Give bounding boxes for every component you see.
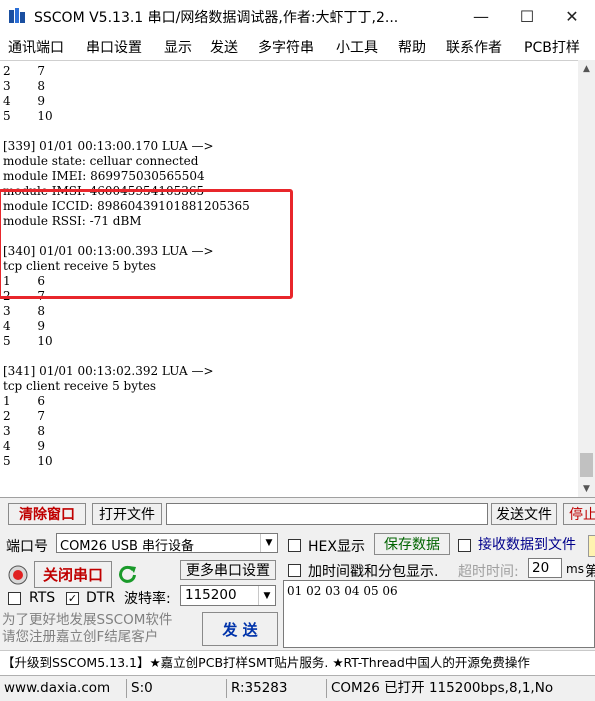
receive-terminal[interactable]: 2 73 84 95 10 [339] 01/01 00:13:00.170 LU… (0, 60, 578, 498)
timestamp-checkbox[interactable] (288, 564, 301, 577)
send-button[interactable]: 发 送 (202, 612, 278, 646)
terminal-line: [341] 01/01 00:13:02.392 LUA —> (3, 364, 214, 378)
minimize-button[interactable]: — (458, 0, 504, 32)
timestamp-label: 加时间戳和分包显示. (308, 564, 439, 580)
port-label: 端口号 (6, 539, 48, 555)
menu-pcb[interactable]: PCB打样 (524, 37, 580, 57)
recv-to-file-label: 接收数据到文件 (478, 537, 576, 553)
dtr-label: DTR (86, 590, 116, 606)
dtr-checkbox[interactable]: ✓ (66, 592, 79, 605)
terminal-line: 3 8 (3, 79, 45, 93)
close-button[interactable]: ✕ (549, 0, 595, 32)
open-file-button[interactable]: 打开文件 (92, 503, 162, 525)
window-title: SSCOM V5.13.1 串口/网络数据调试器,作者:大虾丁丁,2... (34, 10, 399, 26)
menu-bar: 通讯端口 串口设置 显示 发送 多字符串 小工具 帮助 联系作者 PCB打样 (0, 32, 595, 60)
clear-window-button[interactable]: 清除窗口 (8, 503, 86, 525)
menu-comm-port[interactable]: 通讯端口 (8, 37, 64, 57)
send-content: 01 02 03 04 05 06 (287, 584, 398, 598)
vertical-scrollbar[interactable]: ▲ ▼ (578, 60, 595, 497)
menu-tools[interactable]: 小工具 (336, 37, 378, 57)
terminal-line: 2 7 (3, 64, 45, 78)
rts-label: RTS (29, 590, 56, 606)
menu-serial-settings[interactable]: 串口设置 (86, 37, 142, 57)
chevron-down-icon: ▼ (260, 534, 277, 552)
chevron-down-icon: ▼ (258, 586, 275, 605)
menu-contact-author[interactable]: 联系作者 (446, 37, 502, 57)
terminal-line: 2 7 (3, 409, 45, 423)
timeout-extra: 第 (585, 564, 595, 580)
port-value: COM26 USB 串行设备 (60, 539, 195, 554)
record-icon (8, 565, 28, 585)
terminal-line: 1 6 (3, 394, 45, 408)
menu-help[interactable]: 帮助 (398, 37, 426, 57)
send-textarea[interactable]: 01 02 03 04 05 06 (283, 580, 595, 648)
terminal-line: module state: celluar connected (3, 154, 199, 168)
status-website[interactable]: www.daxia.com (0, 679, 122, 698)
terminal-line: 4 9 (3, 94, 45, 108)
send-file-button[interactable]: 发送文件 (491, 503, 557, 525)
highlight-box (0, 189, 293, 299)
baud-value: 115200 (185, 587, 237, 603)
hex-display-label: HEX显示 (308, 539, 365, 555)
status-port: COM26 已打开 115200bps,8,1,No (326, 679, 593, 698)
close-port-button[interactable]: 关闭串口 (34, 561, 112, 588)
baud-select[interactable]: 115200 ▼ (180, 585, 276, 606)
ad-banner[interactable]: 【升级到SSCOM5.13.1】★嘉立创PCB打样SMT贴片服务. ★RT-Th… (0, 650, 595, 675)
stop-button[interactable]: 停止 (563, 503, 595, 525)
scroll-up-icon[interactable]: ▲ (578, 60, 595, 77)
terminal-line: 3 8 (3, 304, 45, 318)
terminal-line: tcp client receive 5 bytes (3, 379, 157, 393)
scroll-down-icon[interactable]: ▼ (578, 480, 595, 497)
baud-label: 波特率: (124, 591, 171, 607)
terminal-line: [339] 01/01 00:13:00.170 LUA —> (3, 139, 214, 153)
app-icon (8, 7, 26, 25)
title-bar: SSCOM V5.13.1 串口/网络数据调试器,作者:大虾丁丁,2... — … (0, 0, 595, 32)
timeout-label: 超时时间: (458, 564, 519, 580)
terminal-line: 4 9 (3, 439, 45, 453)
promo-text[interactable]: 为了更好地发展SSCOM软件 请您注册嘉立创F结尾客户 (2, 612, 172, 646)
extra-button[interactable] (588, 535, 595, 557)
promo-line-2: 请您注册嘉立创F结尾客户 (2, 629, 159, 645)
scroll-thumb[interactable] (580, 453, 593, 477)
rts-checkbox[interactable] (8, 592, 21, 605)
terminal-line: 3 8 (3, 424, 45, 438)
terminal-line: 5 10 (3, 334, 53, 348)
status-sent: S:0 (126, 679, 221, 698)
terminal-line: 4 9 (3, 319, 45, 333)
status-received: R:35283 (226, 679, 323, 698)
maximize-button[interactable]: ☐ (504, 0, 550, 32)
timeout-value: 20 (532, 560, 550, 576)
timeout-unit: ms (566, 562, 584, 576)
file-path-field[interactable] (166, 503, 488, 525)
terminal-line: 5 10 (3, 109, 53, 123)
menu-display[interactable]: 显示 (164, 37, 192, 57)
port-select[interactable]: COM26 USB 串行设备 ▼ (56, 533, 278, 554)
save-data-button[interactable]: 保存数据 (374, 533, 450, 555)
menu-send[interactable]: 发送 (210, 37, 238, 57)
terminal-line: 5 10 (3, 454, 53, 468)
timeout-input[interactable]: 20 (528, 558, 562, 578)
status-bar: www.daxia.com S:0 R:35283 COM26 已打开 1152… (0, 675, 595, 701)
terminal-line: module IMEI: 869975030565504 (3, 169, 205, 183)
refresh-icon[interactable] (118, 564, 138, 584)
menu-multi-string[interactable]: 多字符串 (258, 37, 314, 57)
recv-to-file-checkbox[interactable] (458, 539, 471, 552)
promo-line-1: 为了更好地发展SSCOM软件 (2, 612, 173, 628)
hex-display-checkbox[interactable] (288, 539, 301, 552)
more-serial-settings-button[interactable]: 更多串口设置 (180, 560, 276, 580)
